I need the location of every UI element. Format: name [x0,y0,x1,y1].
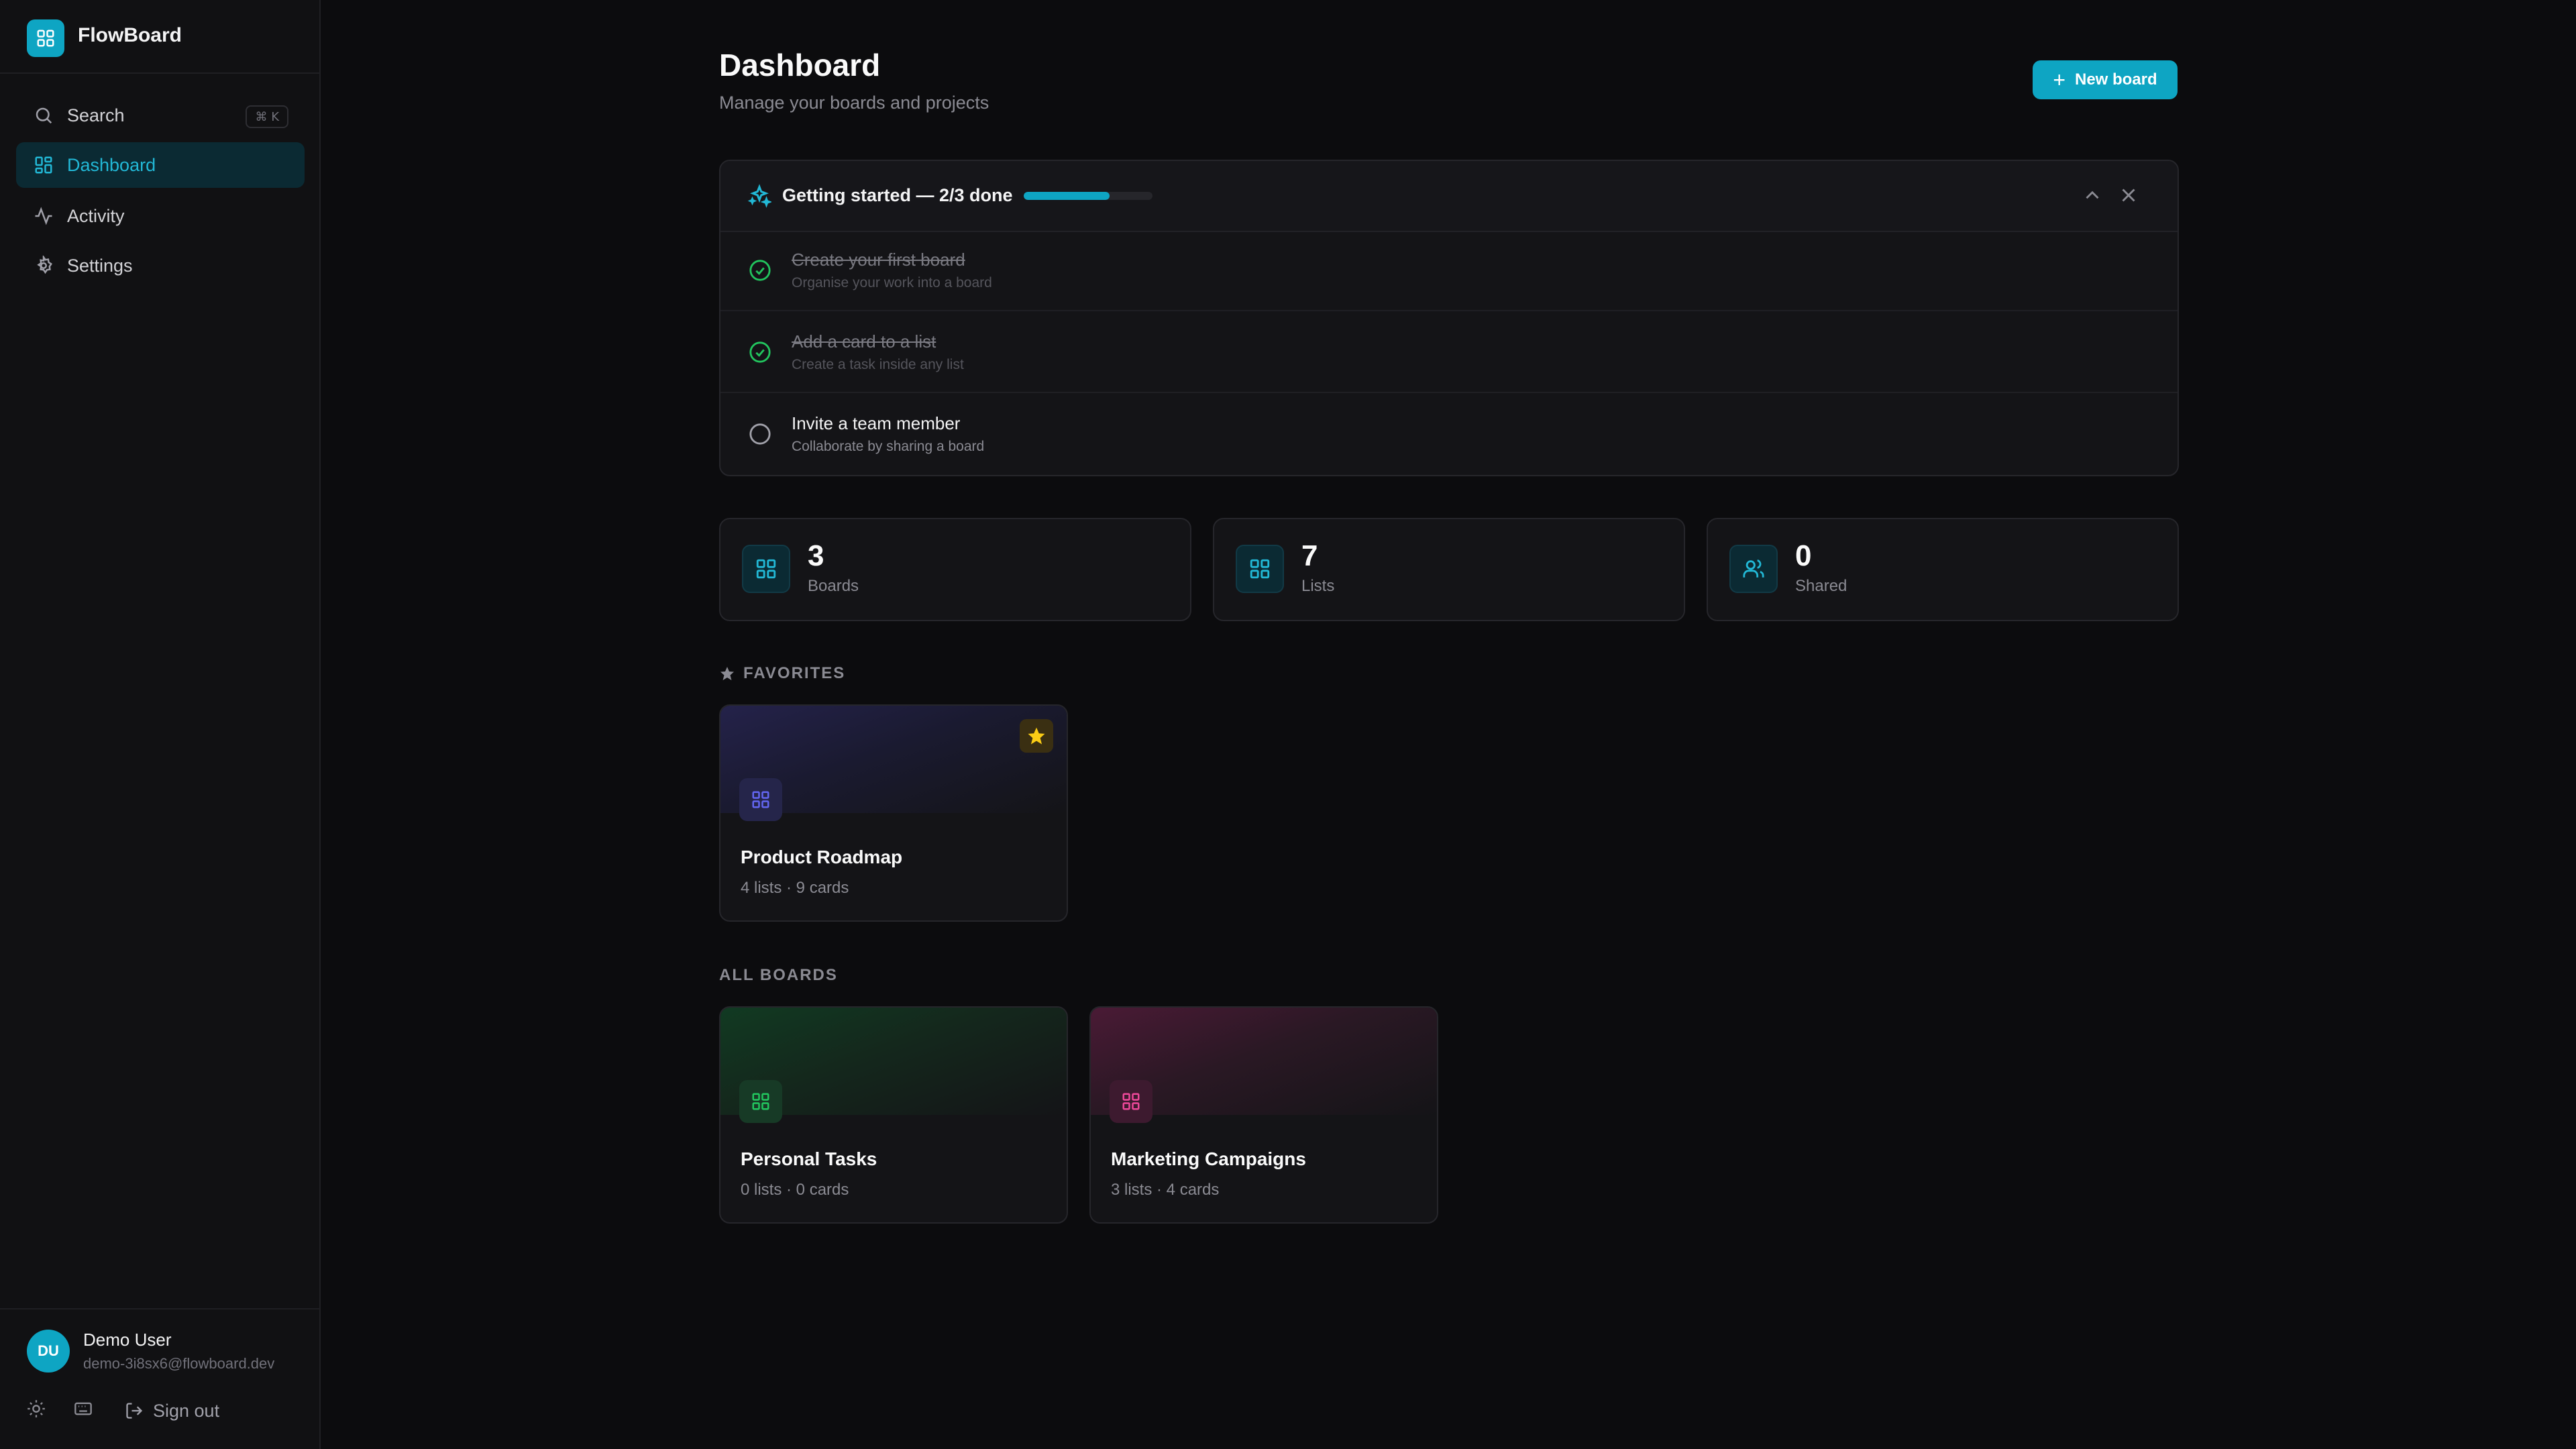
star-icon [1026,726,1046,746]
check-circle-icon [749,259,771,282]
board-card-product-roadmap[interactable]: Product Roadmap 4 lists · 9 cards [719,704,1068,922]
board-meta: 4 lists · 9 cards [741,879,849,897]
checklist-item-title: Add a card to a list [792,331,936,352]
checklist-item[interactable]: Add a card to a list Create a task insid… [720,313,2178,393]
board-icon [742,545,790,593]
checklist-item-desc: Organise your work into a board [792,275,992,290]
brand: FlowBoard [0,0,319,74]
sidebar-footer: DU Demo User demo-3i8sx6@flowboard.dev S… [0,1308,319,1449]
keyboard-icon [74,1399,93,1423]
board-meta: 3 lists · 4 cards [1111,1181,1220,1199]
board-icon [1110,1080,1152,1123]
favorite-toggle-button[interactable] [1020,719,1053,753]
user-name: Demo User [83,1330,172,1350]
sidebar-item-dashboard[interactable]: Dashboard [16,142,305,188]
search-shortcut: ⌘ K [246,105,288,128]
dismiss-button[interactable] [2117,184,2140,210]
user-email: demo-3i8sx6@flowboard.dev [83,1355,275,1372]
board-card-marketing-campaigns[interactable]: Marketing Campaigns 3 lists · 4 cards [1089,1006,1438,1224]
sidebar-item-activity[interactable]: Activity [16,193,305,239]
empty-circle-icon [749,423,771,445]
checklist-item-title: Invite a team member [792,413,961,433]
activity-icon [32,205,55,227]
search-button[interactable]: Search ⌘ K [16,93,305,138]
dashboard-icon [32,154,55,176]
checklist-item-desc: Collaborate by sharing a board [792,439,985,454]
board-meta: 0 lists · 0 cards [741,1181,849,1199]
stat-value: 0 [1795,539,1812,572]
check-circle-icon [749,341,771,364]
stat-label: Boards [808,577,859,595]
app-name: FlowBoard [78,24,182,46]
stat-value: 7 [1301,539,1318,572]
getting-started-header: Getting started — 2/3 done [720,161,2178,232]
new-board-button[interactable]: + New board [2033,60,2178,99]
sidebar-item-settings[interactable]: Settings [16,243,305,288]
checklist-item-title: Create your first board [792,250,965,270]
board-card-personal-tasks[interactable]: Personal Tasks 0 lists · 0 cards [719,1006,1068,1224]
sidebar-item-label: Dashboard [67,154,156,175]
sidebar-item-label: Settings [67,255,133,276]
close-icon [2117,189,2140,209]
board-name: Product Roadmap [741,847,903,867]
collapse-button[interactable] [2081,184,2104,210]
sun-icon [27,1399,46,1423]
sidebar: FlowBoard Search ⌘ K Dashboard Activity … [0,0,321,1449]
stat-card-boards: 3 Boards [719,518,1191,621]
sign-out-icon [125,1401,144,1420]
stat-value: 3 [808,539,824,572]
checklist-item-desc: Create a task inside any list [792,357,964,372]
plus-icon: + [2053,68,2065,92]
page-subtitle: Manage your boards and projects [719,93,989,113]
search-label: Search [67,105,125,125]
avatar[interactable]: DU [27,1330,70,1373]
search-icon [32,104,55,127]
sign-out-label: Sign out [153,1400,220,1421]
checklist-item[interactable]: Create your first board Organise your wo… [720,231,2178,311]
board-name: Marketing Campaigns [1111,1148,1306,1169]
progress-fill [1024,192,1110,200]
app-logo-icon [27,19,64,57]
gear-icon [32,254,55,277]
board-icon [739,778,782,821]
keyboard-shortcuts-button[interactable] [74,1394,93,1428]
board-icon [1236,545,1284,593]
favorites-heading: FAVORITES [719,664,845,683]
getting-started-title: Getting started — 2/3 done [782,185,1013,205]
checklist-item[interactable]: Invite a team member Collaborate by shar… [720,394,2178,475]
theme-toggle-button[interactable] [27,1394,46,1428]
stat-label: Lists [1301,577,1335,595]
all-boards-heading: ALL BOARDS [719,966,838,984]
stat-label: Shared [1795,577,1847,595]
sidebar-item-label: Activity [67,205,125,226]
stat-card-lists: 7 Lists [1213,518,1685,621]
star-icon [719,665,735,682]
page-title: Dashboard [719,48,881,83]
favorites-label: FAVORITES [743,664,846,682]
chevron-up-icon [2081,191,2104,209]
users-icon [1729,545,1778,593]
new-board-label: New board [2075,70,2157,89]
board-icon [739,1080,782,1123]
board-name: Personal Tasks [741,1148,877,1169]
stat-card-shared: 0 Shared [1707,518,2179,621]
sign-out-button[interactable]: Sign out [125,1394,219,1428]
sparkles-icon [747,184,773,211]
getting-started-progress [1024,192,1152,200]
getting-started-panel: Getting started — 2/3 done Create your f… [719,160,2179,476]
